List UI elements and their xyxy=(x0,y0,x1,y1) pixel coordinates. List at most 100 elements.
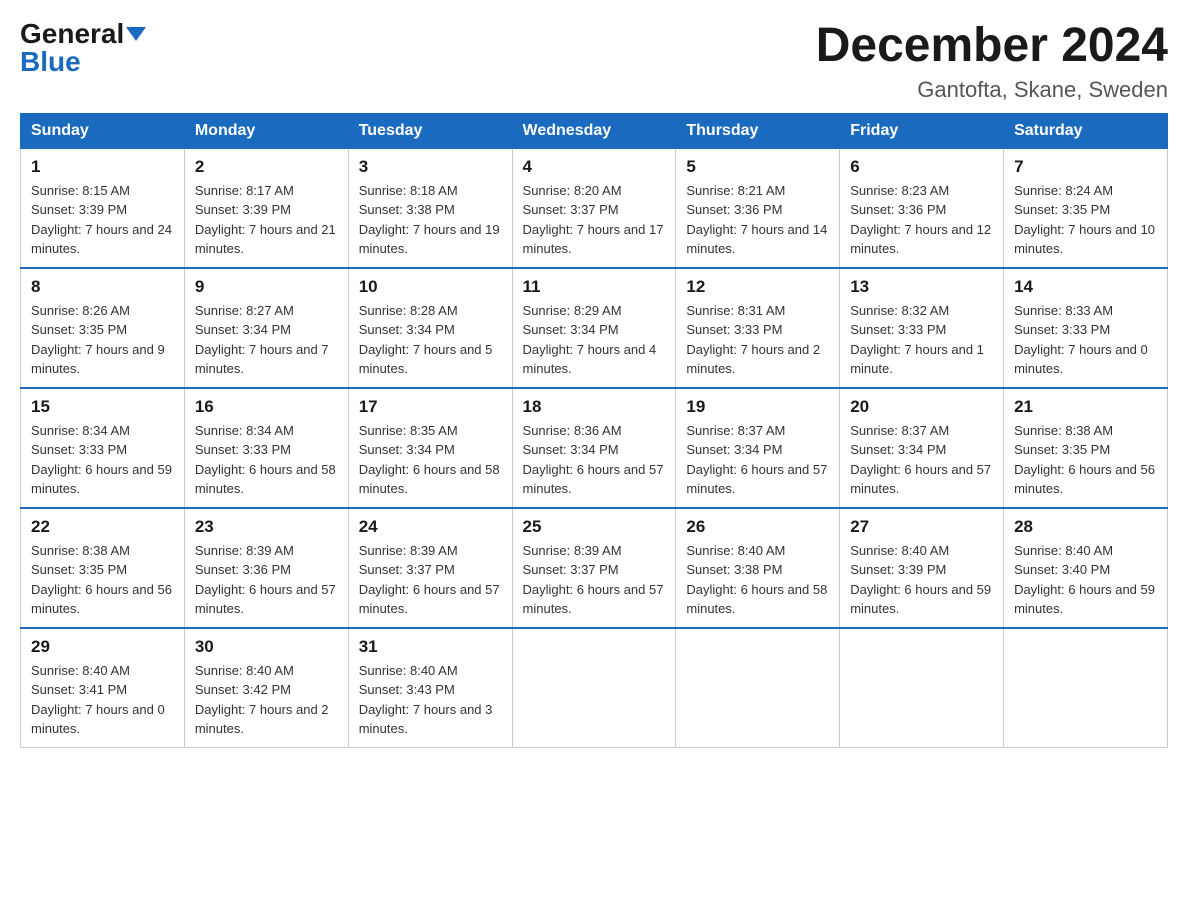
column-header-sunday: Sunday xyxy=(21,113,185,148)
day-info: Sunrise: 8:38 AMSunset: 3:35 PMDaylight:… xyxy=(31,541,174,619)
day-cell: 14 Sunrise: 8:33 AMSunset: 3:33 PMDayligh… xyxy=(1004,268,1168,388)
day-info: Sunrise: 8:40 AMSunset: 3:42 PMDaylight:… xyxy=(195,661,338,739)
day-cell: 27Sunrise: 8:40 AMSunset: 3:39 PMDayligh… xyxy=(840,508,1004,628)
day-cell: 9Sunrise: 8:27 AMSunset: 3:34 PMDaylight… xyxy=(184,268,348,388)
day-number: 17 xyxy=(359,397,502,417)
day-cell: 5 Sunrise: 8:21 AMSunset: 3:36 PMDaylight… xyxy=(676,148,840,268)
day-cell: 23 Sunrise: 8:39 AMSunset: 3:36 PMDayligh… xyxy=(184,508,348,628)
day-number: 13 xyxy=(850,277,993,297)
day-info: Sunrise: 8:18 AMSunset: 3:38 PMDaylight:… xyxy=(359,181,502,259)
day-cell: 3 Sunrise: 8:18 AMSunset: 3:38 PMDaylight… xyxy=(348,148,512,268)
day-cell: 10 Sunrise: 8:28 AMSunset: 3:34 PMDayligh… xyxy=(348,268,512,388)
day-info: Sunrise: 8:40 AMSunset: 3:43 PMDaylight:… xyxy=(359,661,502,739)
day-info: Sunrise: 8:37 AMSunset: 3:34 PMDaylight:… xyxy=(850,421,993,499)
day-info: Sunrise: 8:34 AMSunset: 3:33 PMDaylight:… xyxy=(31,421,174,499)
day-cell: 22 Sunrise: 8:38 AMSunset: 3:35 PMDayligh… xyxy=(21,508,185,628)
day-number: 11 xyxy=(523,277,666,297)
day-cell xyxy=(512,628,676,748)
day-cell xyxy=(676,628,840,748)
day-number: 2 xyxy=(195,157,338,177)
calendar-table: SundayMondayTuesdayWednesdayThursdayFrid… xyxy=(20,113,1168,748)
day-cell: 12 Sunrise: 8:31 AMSunset: 3:33 PMDayligh… xyxy=(676,268,840,388)
day-number: 10 xyxy=(359,277,502,297)
day-number: 16 xyxy=(195,397,338,417)
column-header-monday: Monday xyxy=(184,113,348,148)
day-cell: 28 Sunrise: 8:40 AMSunset: 3:40 PMDayligh… xyxy=(1004,508,1168,628)
day-number: 12 xyxy=(686,277,829,297)
day-info: Sunrise: 8:17 AMSunset: 3:39 PMDaylight:… xyxy=(195,181,338,259)
day-number: 6 xyxy=(850,157,993,177)
week-row-1: 1Sunrise: 8:15 AMSunset: 3:39 PMDaylight… xyxy=(21,148,1168,268)
day-number: 18 xyxy=(523,397,666,417)
logo-general-text: General xyxy=(20,20,124,48)
day-cell: 16 Sunrise: 8:34 AMSunset: 3:33 PMDayligh… xyxy=(184,388,348,508)
day-info: Sunrise: 8:35 AMSunset: 3:34 PMDaylight:… xyxy=(359,421,502,499)
day-info: Sunrise: 8:29 AMSunset: 3:34 PMDaylight:… xyxy=(523,301,666,379)
day-number: 29 xyxy=(31,637,174,657)
day-cell: 13 Sunrise: 8:32 AMSunset: 3:33 PMDayligh… xyxy=(840,268,1004,388)
day-info: Sunrise: 8:40 AMSunset: 3:41 PMDaylight:… xyxy=(31,661,174,739)
column-header-saturday: Saturday xyxy=(1004,113,1168,148)
day-number: 7 xyxy=(1014,157,1157,177)
column-header-tuesday: Tuesday xyxy=(348,113,512,148)
day-info: Sunrise: 8:21 AMSunset: 3:36 PMDaylight:… xyxy=(686,181,829,259)
day-info: Sunrise: 8:24 AMSunset: 3:35 PMDaylight:… xyxy=(1014,181,1157,259)
day-number: 21 xyxy=(1014,397,1157,417)
day-number: 25 xyxy=(523,517,666,537)
logo: General Blue xyxy=(20,20,146,76)
day-number: 28 xyxy=(1014,517,1157,537)
page-header: General Blue December 2024 Gantofta, Ska… xyxy=(20,20,1168,103)
day-info: Sunrise: 8:33 AMSunset: 3:33 PMDaylight:… xyxy=(1014,301,1157,379)
day-cell: 18 Sunrise: 8:36 AMSunset: 3:34 PMDayligh… xyxy=(512,388,676,508)
day-cell: 24Sunrise: 8:39 AMSunset: 3:37 PMDayligh… xyxy=(348,508,512,628)
day-cell: 19 Sunrise: 8:37 AMSunset: 3:34 PMDayligh… xyxy=(676,388,840,508)
day-cell: 11 Sunrise: 8:29 AMSunset: 3:34 PMDayligh… xyxy=(512,268,676,388)
day-info: Sunrise: 8:20 AMSunset: 3:37 PMDaylight:… xyxy=(523,181,666,259)
day-cell: 21 Sunrise: 8:38 AMSunset: 3:35 PMDayligh… xyxy=(1004,388,1168,508)
day-number: 23 xyxy=(195,517,338,537)
day-info: Sunrise: 8:40 AMSunset: 3:40 PMDaylight:… xyxy=(1014,541,1157,619)
day-cell: 4 Sunrise: 8:20 AMSunset: 3:37 PMDaylight… xyxy=(512,148,676,268)
day-number: 8 xyxy=(31,277,174,297)
day-number: 30 xyxy=(195,637,338,657)
day-info: Sunrise: 8:23 AMSunset: 3:36 PMDaylight:… xyxy=(850,181,993,259)
day-info: Sunrise: 8:38 AMSunset: 3:35 PMDaylight:… xyxy=(1014,421,1157,499)
day-cell: 20 Sunrise: 8:37 AMSunset: 3:34 PMDayligh… xyxy=(840,388,1004,508)
day-cell xyxy=(840,628,1004,748)
day-number: 26 xyxy=(686,517,829,537)
week-row-3: 15 Sunrise: 8:34 AMSunset: 3:33 PMDayligh… xyxy=(21,388,1168,508)
week-row-5: 29 Sunrise: 8:40 AMSunset: 3:41 PMDayligh… xyxy=(21,628,1168,748)
day-cell: 2 Sunrise: 8:17 AMSunset: 3:39 PMDaylight… xyxy=(184,148,348,268)
day-number: 1 xyxy=(31,157,174,177)
day-number: 19 xyxy=(686,397,829,417)
day-number: 4 xyxy=(523,157,666,177)
day-info: Sunrise: 8:28 AMSunset: 3:34 PMDaylight:… xyxy=(359,301,502,379)
day-cell: 31 Sunrise: 8:40 AMSunset: 3:43 PMDayligh… xyxy=(348,628,512,748)
calendar-header-row: SundayMondayTuesdayWednesdayThursdayFrid… xyxy=(21,113,1168,148)
day-number: 15 xyxy=(31,397,174,417)
calendar-subtitle: Gantofta, Skane, Sweden xyxy=(816,77,1168,103)
day-info: Sunrise: 8:32 AMSunset: 3:33 PMDaylight:… xyxy=(850,301,993,379)
day-info: Sunrise: 8:39 AMSunset: 3:37 PMDaylight:… xyxy=(523,541,666,619)
day-number: 27 xyxy=(850,517,993,537)
day-cell: 30 Sunrise: 8:40 AMSunset: 3:42 PMDayligh… xyxy=(184,628,348,748)
day-number: 31 xyxy=(359,637,502,657)
day-info: Sunrise: 8:31 AMSunset: 3:33 PMDaylight:… xyxy=(686,301,829,379)
day-info: Sunrise: 8:26 AMSunset: 3:35 PMDaylight:… xyxy=(31,301,174,379)
day-number: 3 xyxy=(359,157,502,177)
calendar-title: December 2024 xyxy=(816,20,1168,73)
day-number: 14 xyxy=(1014,277,1157,297)
day-info: Sunrise: 8:34 AMSunset: 3:33 PMDaylight:… xyxy=(195,421,338,499)
day-number: 5 xyxy=(686,157,829,177)
day-number: 20 xyxy=(850,397,993,417)
logo-triangle-icon xyxy=(126,27,146,41)
day-info: Sunrise: 8:39 AMSunset: 3:37 PMDaylight:… xyxy=(359,541,502,619)
day-info: Sunrise: 8:36 AMSunset: 3:34 PMDaylight:… xyxy=(523,421,666,499)
day-number: 9 xyxy=(195,277,338,297)
day-info: Sunrise: 8:39 AMSunset: 3:36 PMDaylight:… xyxy=(195,541,338,619)
week-row-4: 22 Sunrise: 8:38 AMSunset: 3:35 PMDayligh… xyxy=(21,508,1168,628)
day-info: Sunrise: 8:37 AMSunset: 3:34 PMDaylight:… xyxy=(686,421,829,499)
column-header-thursday: Thursday xyxy=(676,113,840,148)
day-number: 22 xyxy=(31,517,174,537)
day-cell: 8 Sunrise: 8:26 AMSunset: 3:35 PMDaylight… xyxy=(21,268,185,388)
